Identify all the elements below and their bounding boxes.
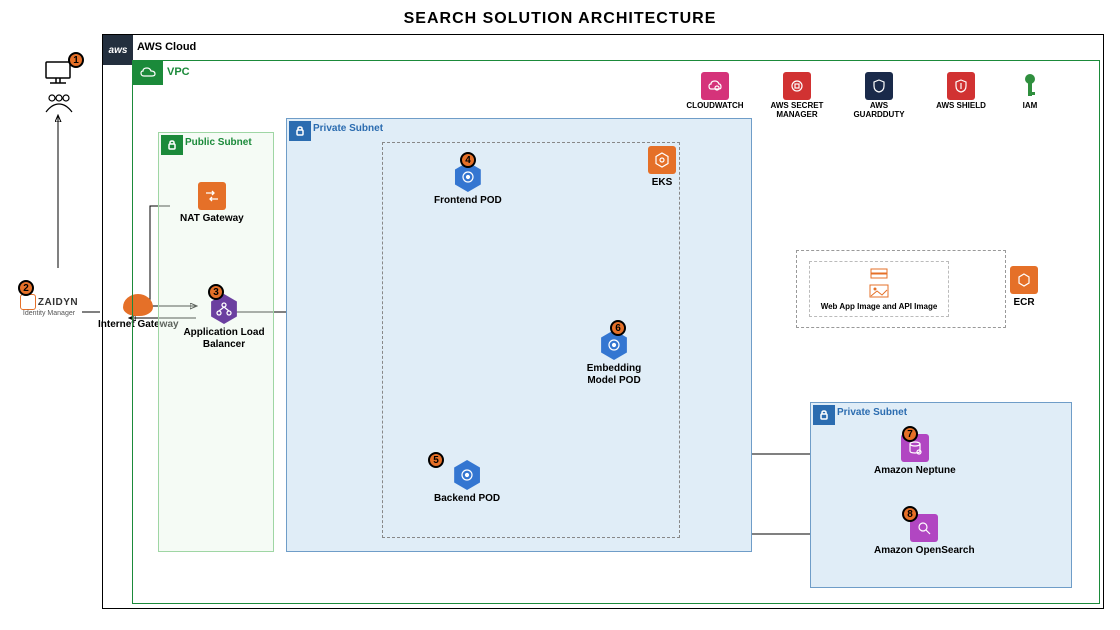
badge-5: 5 [428,452,444,468]
eks-service: EKS [648,146,676,189]
nat-gateway-label: NAT Gateway [180,213,244,225]
zaidyn-sublabel: Identity Manager [23,310,75,317]
aws-cloud-label: AWS Cloud [137,41,196,53]
badge-8: 8 [902,506,918,522]
alb-label: Application Load Balancer [180,327,268,350]
badge-4: 4 [460,152,476,168]
public-subnet-tag-icon [161,135,183,155]
secret-manager-label: AWS SECRET MANAGER [764,102,830,120]
storage-icon [869,268,889,282]
frontend-pod: Frontend POD [434,162,502,207]
secret-manager-icon [783,72,811,100]
private-subnet-2-label: Private Subnet [837,407,907,418]
zaidyn-identity-manager: ZAIDYN Identity Manager [14,294,84,317]
users-group-icon [44,92,74,114]
guardduty-label: AWS GUARDDUTY [846,102,912,120]
diagram-title: SEARCH SOLUTION ARCHITECTURE [0,0,1120,34]
application-load-balancer: Application Load Balancer [180,294,268,350]
image-icon [869,284,889,298]
iam-label: IAM [1023,102,1038,111]
ecr-icon [1010,266,1038,294]
shield-service: AWS SHIELD [928,72,994,111]
nat-gateway: NAT Gateway [180,182,244,225]
badge-7: 7 [902,426,918,442]
aws-services-row: CLOUDWATCH AWS SECRET MANAGER AWS GUARDD… [682,72,1050,120]
nat-gateway-icon [198,182,226,210]
ecr-service: ECR [1010,266,1038,309]
private-subnet-2-tag-icon [813,405,835,425]
ecr-dashed-group: Web App Image and API Image [796,250,1006,328]
guardduty-service: AWS GUARDDUTY [846,72,912,120]
private-subnet-1-label: Private Subnet [313,123,383,134]
amazon-opensearch: Amazon OpenSearch [874,514,975,557]
vpc-label: VPC [167,66,190,78]
backend-pod-label: Backend POD [434,493,500,505]
ecr-label: ECR [1013,297,1034,309]
vpc-tag-icon [133,61,163,85]
zaidyn-label: ZAIDYN [38,297,78,308]
badge-1: 1 [68,52,84,68]
badge-2: 2 [18,280,34,296]
backend-pod-icon [452,460,482,490]
private-subnet-1-tag-icon [289,121,311,141]
cloudwatch-service: CLOUDWATCH [682,72,748,111]
key-icon [1020,72,1040,100]
ecr-inner-box: Web App Image and API Image [809,261,949,317]
private-subnet-2-container: Private Subnet [810,402,1072,588]
secret-manager-service: AWS SECRET MANAGER [764,72,830,120]
embedding-pod-label: Embedding Model POD [574,363,654,386]
eks-label: EKS [652,177,673,189]
shield-icon [947,72,975,100]
neptune-label: Amazon Neptune [874,465,956,477]
shield-label: AWS SHIELD [936,102,986,111]
guardduty-icon [865,72,893,100]
aws-logo-icon: aws [103,35,133,65]
badge-3: 3 [208,284,224,300]
embedding-model-pod: Embedding Model POD [574,330,654,386]
cloudwatch-label: CLOUDWATCH [686,102,743,111]
badge-6: 6 [610,320,626,336]
cloudwatch-icon [701,72,729,100]
frontend-pod-label: Frontend POD [434,195,502,207]
opensearch-label: Amazon OpenSearch [874,545,975,557]
public-subnet-label: Public Subnet [185,137,252,148]
backend-pod: Backend POD [434,460,500,505]
iam-service: IAM [1010,72,1050,111]
eks-icon [648,146,676,174]
ecr-inner-label: Web App Image and API Image [821,302,938,311]
diagram-canvas: 1 ZAIDYN Identity Manager 2 Internet Gat… [10,34,1110,609]
